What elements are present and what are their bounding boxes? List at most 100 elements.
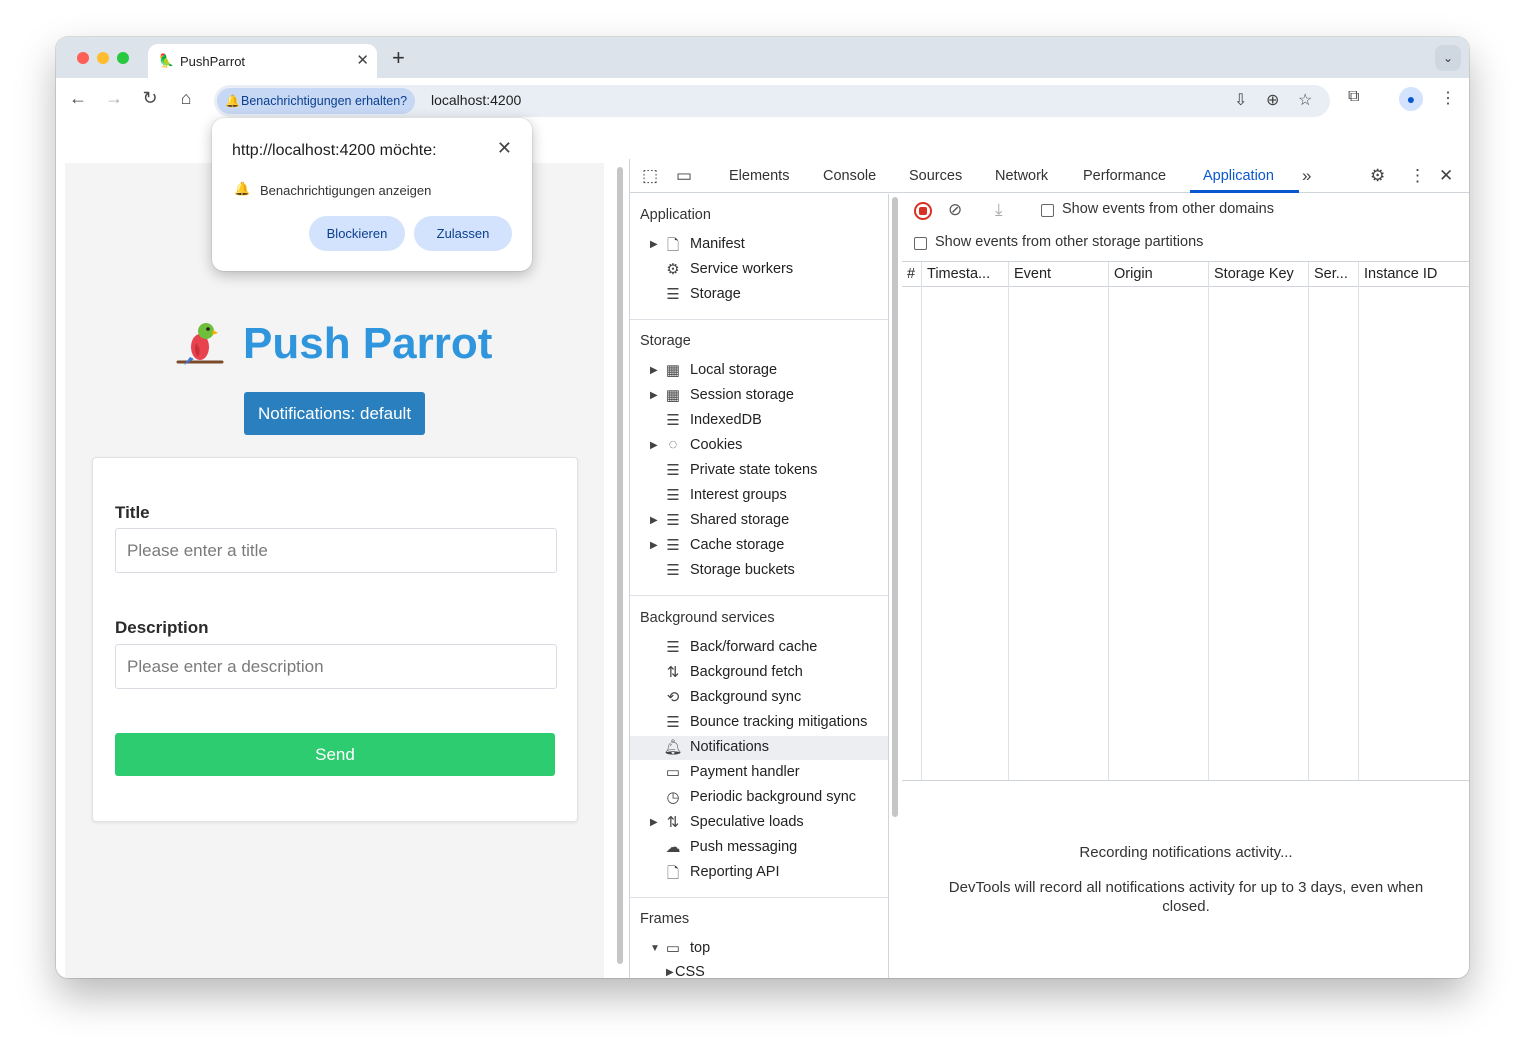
expand-arrow-icon[interactable]: ▶ xyxy=(650,440,658,451)
title-label: Title xyxy=(115,503,150,522)
description-input[interactable] xyxy=(115,644,557,689)
database-icon: ☰ xyxy=(666,537,680,554)
devtools-close-icon[interactable]: ✕ xyxy=(1439,166,1453,186)
sidebar-item-css[interactable]: CSS xyxy=(675,964,705,978)
forward-button[interactable]: → xyxy=(102,88,126,109)
application-sidebar: Application ▶ 🗋 Manifest ⚙ Service worke… xyxy=(630,194,889,978)
column-header-index[interactable]: # xyxy=(907,266,915,282)
page-scrollbar[interactable] xyxy=(617,167,623,964)
more-tabs-icon[interactable]: » xyxy=(1302,166,1311,186)
sidebar-item-storage[interactable]: Storage xyxy=(690,286,741,302)
title-input[interactable] xyxy=(115,528,557,573)
sidebar-item-periodic-background-sync[interactable]: Periodic background sync xyxy=(690,789,856,805)
extensions-icon[interactable]: ⧉ xyxy=(1348,88,1359,106)
send-button[interactable]: Send xyxy=(115,733,555,776)
home-button[interactable]: ⌂ xyxy=(174,88,198,109)
allow-button[interactable]: Zulassen xyxy=(414,216,512,251)
column-header-timestamp[interactable]: Timesta... xyxy=(927,266,990,282)
column-divider xyxy=(921,262,922,780)
browser-menu-icon[interactable]: ⋮ xyxy=(1440,88,1456,108)
device-toolbar-icon[interactable]: ▭ xyxy=(676,166,692,186)
sidebar-item-manifest[interactable]: Manifest xyxy=(690,236,745,252)
url-text[interactable]: localhost:4200 xyxy=(431,92,521,108)
database-icon: ☰ xyxy=(666,714,680,731)
sidebar-item-payment-handler[interactable]: Payment handler xyxy=(690,764,800,780)
record-button[interactable] xyxy=(914,202,932,220)
up-down-arrows-icon: ⇅ xyxy=(666,814,680,831)
sidebar-item-back-forward-cache[interactable]: Back/forward cache xyxy=(690,639,817,655)
popup-close-icon[interactable]: ✕ xyxy=(497,138,512,159)
expand-arrow-icon[interactable]: ▶ xyxy=(650,390,658,401)
column-header-service-worker[interactable]: Ser... xyxy=(1314,266,1348,282)
parrot-favicon-icon: 🦜 xyxy=(158,53,175,68)
tab-performance[interactable]: Performance xyxy=(1083,168,1166,184)
other-domains-checkbox[interactable] xyxy=(1041,204,1054,217)
tab-search-button[interactable]: ⌄ xyxy=(1435,45,1461,71)
profile-avatar[interactable]: ● xyxy=(1399,87,1423,111)
gears-icon: ⚙ xyxy=(666,261,680,278)
column-header-event[interactable]: Event xyxy=(1014,266,1051,282)
reload-button[interactable]: ↻ xyxy=(138,88,162,109)
sidebar-item-session-storage[interactable]: Session storage xyxy=(690,387,794,403)
tab-sources[interactable]: Sources xyxy=(909,168,962,184)
block-button[interactable]: Blockieren xyxy=(309,216,405,251)
zoom-icon[interactable]: ⊕ xyxy=(1266,90,1279,110)
sidebar-item-background-fetch[interactable]: Background fetch xyxy=(690,664,803,680)
new-tab-button[interactable]: + xyxy=(392,45,405,71)
tab-application[interactable]: Application xyxy=(1203,168,1274,184)
expand-arrow-icon[interactable]: ▶ xyxy=(650,515,658,526)
sidebar-item-private-state-tokens[interactable]: Private state tokens xyxy=(690,462,817,478)
permission-chip[interactable]: 🔔 Benachrichtigungen erhalten? xyxy=(217,88,416,114)
column-header-origin[interactable]: Origin xyxy=(1114,266,1153,282)
document-icon: 🗋 xyxy=(666,865,680,882)
expand-arrow-icon[interactable]: ▶ xyxy=(650,817,658,828)
sidebar-item-interest-groups[interactable]: Interest groups xyxy=(690,487,787,503)
sidebar-item-push-messaging[interactable]: Push messaging xyxy=(690,839,797,855)
inspect-element-icon[interactable]: ⬚ xyxy=(642,166,658,186)
tab-elements[interactable]: Elements xyxy=(729,168,789,184)
notification-status-button[interactable]: Notifications: default xyxy=(244,392,425,435)
browser-tab[interactable]: 🦜 PushParrot ✕ xyxy=(148,44,377,78)
bookmark-star-icon[interactable]: ☆ xyxy=(1298,90,1312,110)
sidebar-item-cache-storage[interactable]: Cache storage xyxy=(690,537,784,553)
address-bar[interactable]: 🔔 Benachrichtigungen erhalten? localhost… xyxy=(214,85,1330,117)
tab-console[interactable]: Console xyxy=(823,168,876,184)
sidebar-item-background-sync[interactable]: Background sync xyxy=(690,689,801,705)
sidebar-item-speculative-loads[interactable]: Speculative loads xyxy=(690,814,804,830)
tab-network[interactable]: Network xyxy=(995,168,1048,184)
minimize-window-button[interactable] xyxy=(97,52,109,64)
column-header-instance-id[interactable]: Instance ID xyxy=(1364,266,1437,282)
close-window-button[interactable] xyxy=(77,52,89,64)
zoom-window-button[interactable] xyxy=(117,52,129,64)
sidebar-item-indexeddb[interactable]: IndexedDB xyxy=(690,412,762,428)
database-icon: ☰ xyxy=(666,487,680,504)
sidebar-item-notifications[interactable]: Notifications xyxy=(690,739,769,755)
sidebar-header-storage: Storage xyxy=(640,333,691,349)
column-divider xyxy=(1358,262,1359,780)
devtools-menu-icon[interactable]: ⋮ xyxy=(1409,166,1426,186)
column-header-storage-key[interactable]: Storage Key xyxy=(1214,266,1294,282)
sidebar-item-local-storage[interactable]: Local storage xyxy=(690,362,777,378)
empty-state-title: Recording notifications activity... xyxy=(1079,844,1293,861)
tab-close-icon[interactable]: ✕ xyxy=(356,51,369,69)
expand-arrow-icon[interactable]: ▶ xyxy=(666,967,674,978)
sidebar-item-bounce-tracking[interactable]: Bounce tracking mitigations xyxy=(690,714,867,730)
expand-arrow-icon[interactable]: ▶ xyxy=(650,540,658,551)
sidebar-item-shared-storage[interactable]: Shared storage xyxy=(690,512,789,528)
sidebar-item-service-workers[interactable]: Service workers xyxy=(690,261,793,277)
sidebar-item-reporting-api[interactable]: Reporting API xyxy=(690,864,779,880)
database-icon: ☰ xyxy=(666,462,680,479)
sidebar-scrollbar[interactable] xyxy=(892,197,898,817)
back-button[interactable]: ← xyxy=(66,88,90,109)
collapse-arrow-icon[interactable]: ▼ xyxy=(650,943,660,954)
other-partitions-checkbox[interactable] xyxy=(914,237,927,250)
download-icon[interactable]: ⤓ xyxy=(995,200,1003,220)
settings-gear-icon[interactable]: ⚙ xyxy=(1370,166,1385,186)
sidebar-item-frame-top[interactable]: top xyxy=(690,940,710,956)
expand-arrow-icon[interactable]: ▶ xyxy=(650,365,658,376)
sidebar-item-cookies[interactable]: Cookies xyxy=(690,437,742,453)
expand-arrow-icon[interactable]: ▶ xyxy=(650,239,658,250)
sidebar-item-storage-buckets[interactable]: Storage buckets xyxy=(690,562,795,578)
clear-icon[interactable]: ⊘ xyxy=(948,200,962,220)
install-app-icon[interactable]: ⇩ xyxy=(1234,90,1247,110)
